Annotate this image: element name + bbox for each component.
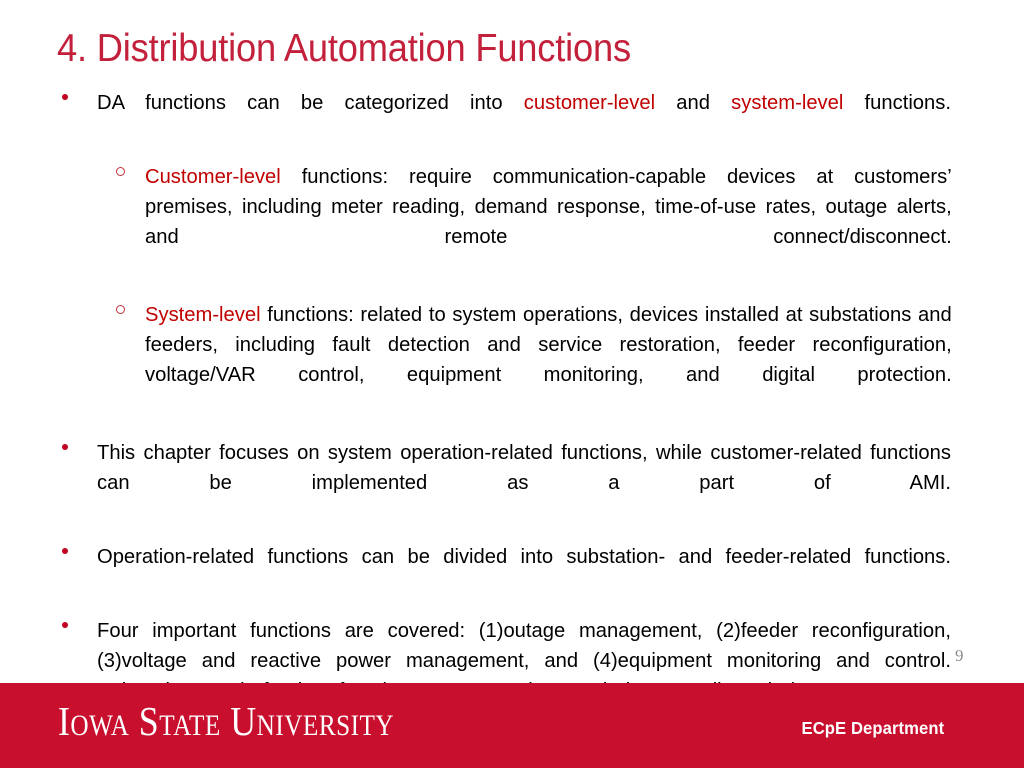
bullet-dot-icon: [62, 548, 68, 554]
bullet-text-segment: Operation-related functions can be divid…: [97, 545, 951, 568]
bullet-dot-icon: [62, 444, 68, 450]
department-label: ECpE Department: [801, 718, 944, 738]
footer-banner: Iowa State University ECpE Department: [0, 683, 1024, 768]
bullet-dot-icon: [62, 622, 68, 628]
slide-body: DA functions can be categorized into cus…: [0, 88, 1024, 750]
highlighted-term: Customer-level: [145, 165, 281, 188]
page-title: 4. Distribution Automation Functions: [57, 27, 631, 70]
page-number-value: 9: [955, 646, 964, 665]
bullet-circle-icon: [116, 167, 125, 176]
bullet-text: Operation-related functions can be divid…: [97, 542, 951, 602]
bullet-text-segment: and: [655, 91, 732, 114]
bullet-item: System-level functions: related to syste…: [0, 300, 1024, 420]
bullet-text: DA functions can be categorized into cus…: [97, 88, 951, 148]
bullet-list: DA functions can be categorized into cus…: [0, 88, 1024, 736]
highlighted-term: customer-level: [523, 91, 656, 114]
bullet-text: Customer-level functions: require commun…: [145, 162, 952, 282]
bullet-item: This chapter focuses on system operation…: [0, 438, 1024, 528]
bullet-text-segment: DA functions can be categorized into: [97, 91, 524, 114]
highlighted-term: system-level: [731, 91, 844, 114]
bullet-text-segment: This chapter focuses on system operation…: [97, 441, 951, 494]
highlighted-term: System-level: [145, 303, 261, 326]
bullet-item: DA functions can be categorized into cus…: [0, 88, 1024, 148]
bullet-circle-icon: [116, 305, 125, 314]
bullet-text: This chapter focuses on system operation…: [97, 438, 951, 528]
bullet-item: Operation-related functions can be divid…: [0, 542, 1024, 602]
bullet-text: System-level functions: related to syste…: [145, 300, 952, 420]
slide: 4. Distribution Automation Functions DA …: [0, 0, 1024, 768]
bullet-text-segment: functions: related to system operations,…: [145, 303, 952, 386]
iowa-state-university-logo: Iowa State University: [58, 699, 395, 746]
bullet-item: Customer-level functions: require commun…: [0, 162, 1024, 282]
bullet-dot-icon: [62, 94, 68, 100]
bullet-text-segment: functions.: [843, 91, 951, 114]
